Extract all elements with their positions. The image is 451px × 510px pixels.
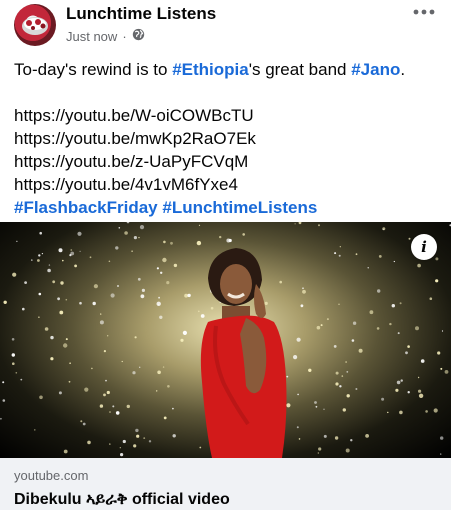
text-segment: To-day's rewind is to <box>14 60 173 79</box>
page-name[interactable]: Lunchtime Listens <box>66 4 216 24</box>
hashtag-ethiopia[interactable]: #Ethiopia <box>172 60 249 79</box>
youtube-link[interactable]: https://youtu.be/z-UaPyFCVqM <box>14 150 439 173</box>
hashtag-flashbackfriday[interactable]: #FlashbackFriday <box>14 198 158 217</box>
globe-icon <box>132 28 145 44</box>
hashtag-jano[interactable]: #Jano <box>351 60 400 79</box>
more-options-icon[interactable] <box>409 2 439 22</box>
video-thumbnail[interactable]: i <box>0 222 451 458</box>
youtube-link[interactable]: https://youtu.be/W-oiCOWBcTU <box>14 104 439 127</box>
link-domain: youtube.com <box>14 468 89 483</box>
link-title[interactable]: Dibekulu ኣይራቅ official video <box>14 491 230 509</box>
post-header: Lunchtime Listens Just now · <box>0 0 451 48</box>
hashtag-lunchtimelistens[interactable]: #LunchtimeListens <box>162 198 317 217</box>
post-text: To-day's rewind is to #Ethiopia's great … <box>14 58 439 219</box>
singer-figure <box>200 248 287 458</box>
youtube-link[interactable]: https://youtu.be/4v1vM6fYxe4 <box>14 173 439 196</box>
text-segment: 's great band <box>248 60 352 79</box>
info-icon-glyph: i <box>421 238 427 256</box>
link-preview-card[interactable]: youtube.com Dibekulu ኣይራቅ official video <box>0 458 451 510</box>
youtube-link[interactable]: https://youtu.be/mwKp2RaO7Ek <box>14 127 439 150</box>
hashtag-line: #FlashbackFriday #LunchtimeListens <box>14 196 439 219</box>
post-meta: Just now · <box>66 28 145 44</box>
meta-separator: · <box>122 28 127 44</box>
info-icon[interactable]: i <box>411 234 437 260</box>
post-text-line-1: To-day's rewind is to #Ethiopia's great … <box>14 58 439 81</box>
timestamp[interactable]: Just now <box>66 29 117 44</box>
text-segment: . <box>400 60 406 79</box>
page-avatar[interactable] <box>14 4 56 46</box>
